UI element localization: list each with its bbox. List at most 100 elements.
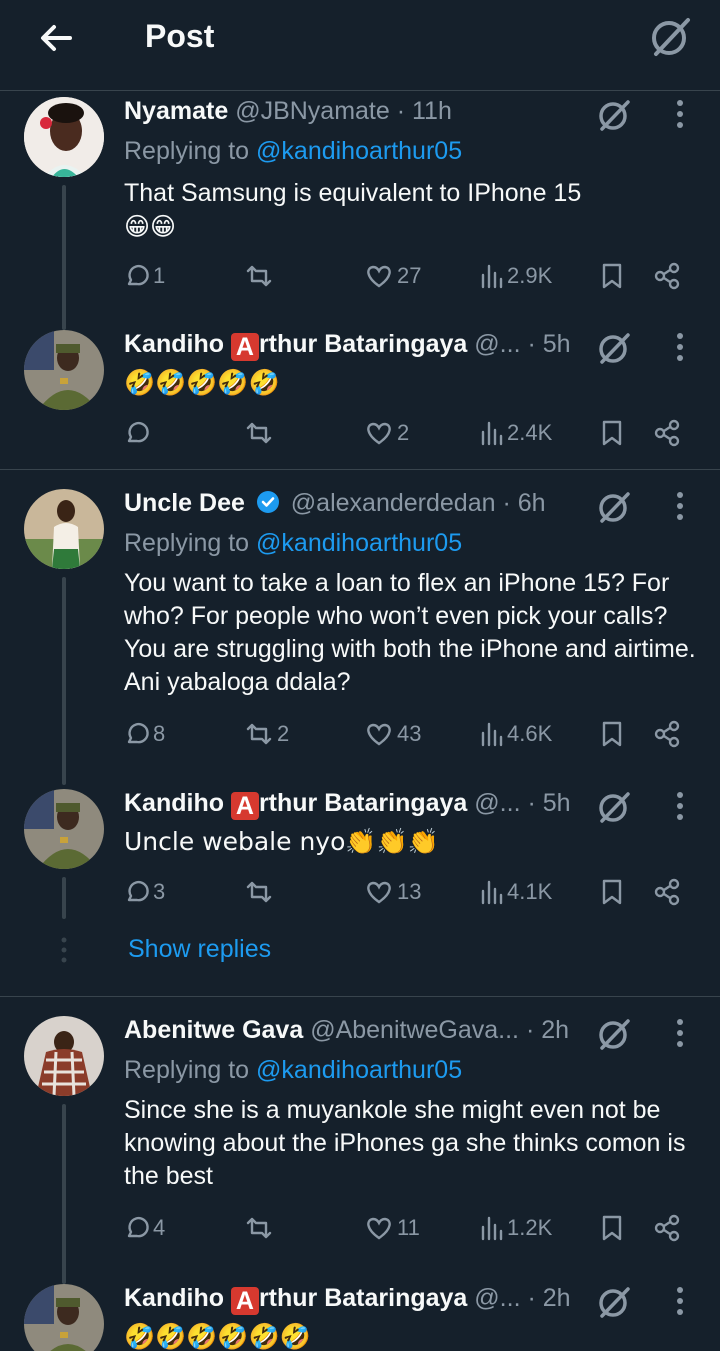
share-button[interactable]: [654, 875, 682, 909]
more-icon[interactable]: [666, 1016, 694, 1052]
tweet-header: Uncle Dee @alexanderdedan · 6h: [124, 489, 546, 523]
reply-button[interactable]: 3: [124, 875, 165, 909]
like-count: 43: [397, 721, 422, 746]
views-button[interactable]: 4.1K: [480, 875, 552, 909]
share-button[interactable]: [654, 416, 682, 450]
display-name[interactable]: Abenitwe Gava: [124, 1016, 303, 1044]
handle[interactable]: @...: [474, 1284, 520, 1312]
reply-tweet[interactable]: Kandiho Arthur Bataringaya @... · 5h Unc…: [0, 789, 720, 919]
views-icon: [481, 264, 503, 289]
timestamp[interactable]: · 2h: [526, 1016, 569, 1044]
avatar[interactable]: [24, 1284, 104, 1351]
reply-tweet[interactable]: Kandiho Arthur Bataringaya @... · 2h 🤣🤣🤣…: [0, 1284, 720, 1351]
retweet-button[interactable]: [244, 1211, 274, 1245]
reply-tweet[interactable]: Uncle Dee @alexanderdedan · 6h Replying …: [0, 489, 720, 785]
retweet-icon: [246, 723, 272, 745]
handle[interactable]: @AbenitweGava...: [310, 1016, 519, 1044]
reply-tweet[interactable]: Kandiho Arthur Bataringaya @... · 5h 🤣🤣🤣…: [0, 330, 720, 460]
handle[interactable]: @alexanderdedan: [291, 489, 496, 517]
retweet-icon: [246, 265, 272, 287]
display-name[interactable]: Nyamate: [124, 97, 228, 125]
retweet-icon: [246, 422, 272, 444]
reply-button[interactable]: [124, 416, 153, 450]
like-button[interactable]: 27: [364, 259, 421, 293]
timestamp[interactable]: · 5h: [527, 789, 570, 817]
tweet-text-line: That Samsung is equivalent to IPhone 15: [124, 179, 582, 207]
mention-link[interactable]: @kandihoarthur05: [256, 529, 462, 557]
handle[interactable]: @...: [474, 330, 520, 358]
views-button[interactable]: 2.4K: [480, 416, 552, 450]
grok-icon[interactable]: [596, 1284, 632, 1320]
display-name[interactable]: Kandiho Arthur Bataringaya: [124, 789, 467, 820]
reply-button[interactable]: 8: [124, 717, 165, 751]
avatar[interactable]: [24, 789, 104, 869]
handle[interactable]: @...: [474, 789, 520, 817]
tweet-text: That Samsung is equivalent to IPhone 15 …: [124, 177, 704, 243]
more-icon[interactable]: [666, 789, 694, 825]
views-icon: [481, 722, 503, 747]
grok-icon[interactable]: [596, 97, 632, 133]
like-button[interactable]: 11: [364, 1211, 420, 1245]
bookmark-button[interactable]: [600, 1211, 624, 1245]
like-button[interactable]: 43: [364, 717, 421, 751]
thread-line: [62, 877, 66, 919]
share-button[interactable]: [654, 1211, 682, 1245]
share-button[interactable]: [654, 259, 682, 293]
display-name-part: rthur Bataringaya: [258, 330, 468, 358]
replying-to: Replying to @kandihoarthur05: [124, 529, 462, 558]
views-button[interactable]: 4.6K: [480, 717, 552, 751]
handle[interactable]: @JBNyamate: [235, 97, 390, 125]
display-name[interactable]: Kandiho Arthur Bataringaya: [124, 330, 468, 361]
retweet-button[interactable]: [244, 259, 274, 293]
retweet-button[interactable]: [244, 416, 274, 450]
retweet-button[interactable]: [244, 875, 274, 909]
like-button[interactable]: 13: [364, 875, 421, 909]
grok-icon[interactable]: [648, 14, 694, 60]
mention-link[interactable]: @kandihoarthur05: [256, 137, 462, 165]
more-icon[interactable]: [666, 330, 694, 366]
more-icon[interactable]: [666, 489, 694, 525]
bookmark-button[interactable]: [600, 416, 624, 450]
mention-link[interactable]: @kandihoarthur05: [256, 1056, 462, 1084]
back-arrow-icon[interactable]: [36, 18, 76, 58]
views-icon: [481, 880, 503, 905]
reply-button[interactable]: 1: [124, 259, 165, 293]
display-name[interactable]: Uncle Dee: [124, 489, 245, 517]
view-count: 2.9K: [507, 263, 553, 288]
reply-tweet[interactable]: Nyamate @JBNyamate · 11h Replying to @ka…: [0, 97, 720, 330]
avatar[interactable]: [24, 330, 104, 410]
show-replies-link[interactable]: Show replies: [128, 935, 271, 964]
tweet-emoji: 😁😁: [124, 212, 177, 241]
share-button[interactable]: [654, 717, 682, 751]
avatar[interactable]: [24, 97, 104, 177]
timestamp[interactable]: · 6h: [502, 489, 545, 517]
avatar[interactable]: [24, 1016, 104, 1096]
bookmark-button[interactable]: [600, 717, 624, 751]
views-button[interactable]: 1.2K: [480, 1211, 552, 1245]
letter-a-badge: A: [230, 1287, 259, 1315]
reply-icon: [127, 421, 149, 443]
grok-icon[interactable]: [596, 789, 632, 825]
letter-a-badge: A: [230, 792, 259, 820]
timestamp[interactable]: · 5h: [527, 330, 570, 358]
view-count: 1.2K: [507, 1215, 553, 1240]
more-icon[interactable]: [666, 1284, 694, 1320]
view-count: 2.4K: [507, 420, 553, 445]
bookmark-button[interactable]: [600, 259, 624, 293]
timestamp[interactable]: · 11h: [397, 97, 452, 125]
timestamp[interactable]: · 2h: [527, 1284, 570, 1312]
grok-icon[interactable]: [596, 1016, 632, 1052]
avatar-photo: [24, 489, 104, 569]
reply-tweet[interactable]: Abenitwe Gava @AbenitweGava... · 2h Repl…: [0, 1016, 720, 1284]
retweet-button[interactable]: 2: [244, 717, 289, 751]
views-button[interactable]: 2.9K: [480, 259, 552, 293]
bookmark-button[interactable]: [600, 875, 624, 909]
like-button[interactable]: 2: [364, 416, 409, 450]
replying-to: Replying to @kandihoarthur05: [124, 1056, 462, 1085]
more-icon[interactable]: [666, 97, 694, 133]
display-name[interactable]: Kandiho Arthur Bataringaya: [124, 1284, 467, 1315]
grok-icon[interactable]: [596, 489, 632, 525]
grok-icon[interactable]: [596, 330, 632, 366]
reply-button[interactable]: 4: [124, 1211, 165, 1245]
avatar[interactable]: [24, 489, 104, 569]
